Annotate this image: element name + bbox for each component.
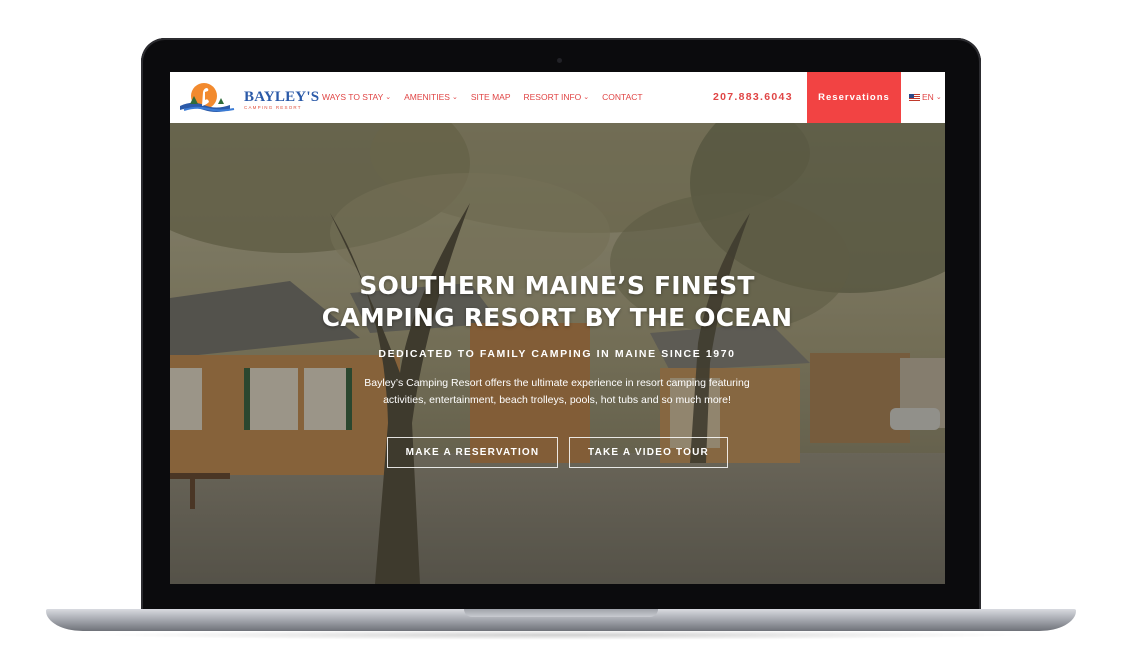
- chevron-down-icon: ⌄: [935, 94, 942, 101]
- hero-content: SOUTHERN MAINE’S FINEST CAMPING RESORT B…: [170, 123, 945, 584]
- nav-ways-to-stay[interactable]: WAYS TO STAY ⌄: [322, 92, 391, 102]
- hero-title-line: CAMPING RESORT BY THE OCEAN: [321, 303, 793, 332]
- phone-link[interactable]: 207.883.6043: [713, 91, 793, 103]
- hero-subtitle: DEDICATED TO FAMILY CAMPING IN MAINE SIN…: [378, 348, 736, 360]
- camera-dot: [557, 58, 562, 63]
- chevron-down-icon: ⌄: [583, 94, 590, 101]
- nav-resort-info[interactable]: RESORT INFO ⌄: [524, 92, 590, 102]
- us-flag-icon: [909, 93, 920, 101]
- chevron-down-icon: ⌄: [385, 94, 392, 101]
- top-navbar: BAYLEY'S CAMPING RESORT WAYS TO STAY ⌄ A…: [170, 72, 945, 123]
- laptop-screen: BAYLEY'S CAMPING RESORT WAYS TO STAY ⌄ A…: [170, 72, 945, 584]
- make-reservation-button[interactable]: MAKE A RESERVATION: [387, 437, 558, 468]
- logo-tagline: CAMPING RESORT: [244, 105, 302, 110]
- video-tour-button[interactable]: TAKE A VIDEO TOUR: [569, 437, 728, 468]
- chevron-down-icon: ⌄: [451, 94, 458, 101]
- hero-title: SOUTHERN MAINE’S FINEST CAMPING RESORT B…: [257, 270, 857, 334]
- language-selector[interactable]: EN ⌄: [909, 92, 942, 102]
- hero-title-line: SOUTHERN MAINE’S FINEST: [359, 271, 755, 300]
- laptop-notch: [464, 609, 658, 617]
- logo-wordmark: BAYLEY'S: [244, 89, 320, 105]
- nav-label: SITE MAP: [470, 92, 511, 102]
- nav-label: AMENITIES: [404, 92, 450, 102]
- nav-label: CONTACT: [602, 92, 643, 102]
- nav-label: WAYS TO STAY: [322, 92, 384, 102]
- hero-description-line: Bayley’s Camping Resort offers the ultim…: [364, 377, 750, 389]
- site-logo[interactable]: BAYLEY'S CAMPING RESORT: [178, 80, 319, 116]
- nav-amenities[interactable]: AMENITIES ⌄: [404, 92, 458, 102]
- nav-contact[interactable]: CONTACT: [602, 92, 642, 102]
- language-label: EN: [922, 92, 934, 102]
- nav-site-map[interactable]: SITE MAP: [471, 92, 511, 102]
- laptop-shadow: [90, 630, 1030, 640]
- main-nav: WAYS TO STAY ⌄ AMENITIES ⌄ SITE MAP RESO…: [322, 92, 656, 102]
- heron-logo-icon: [180, 83, 235, 112]
- hero-description-line: activities, entertainment, beach trolley…: [383, 394, 731, 406]
- reservations-button[interactable]: Reservations: [807, 72, 901, 123]
- hero-section: SOUTHERN MAINE’S FINEST CAMPING RESORT B…: [170, 123, 945, 584]
- nav-label: RESORT INFO: [523, 92, 582, 102]
- hero-description: Bayley’s Camping Resort offers the ultim…: [332, 375, 782, 409]
